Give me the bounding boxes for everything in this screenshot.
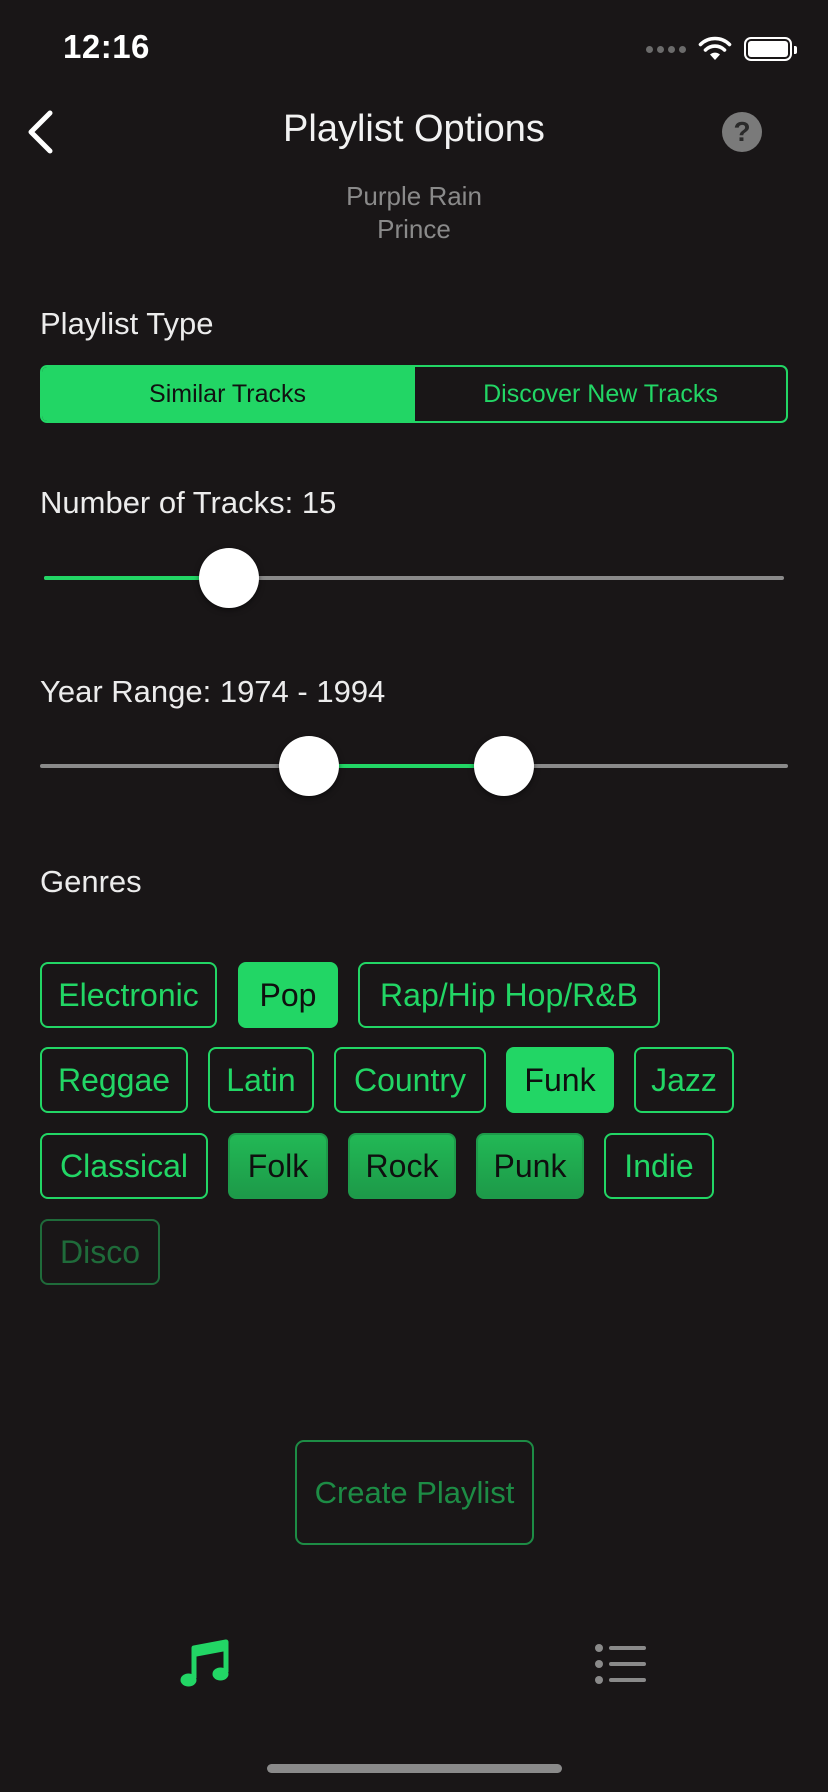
battery-icon [744, 37, 797, 61]
genre-chip-reggae[interactable]: Reggae [40, 1047, 188, 1113]
tracks-slider[interactable] [44, 548, 784, 608]
year-range-label: Year Range: 1974 - 1994 [40, 674, 386, 709]
genre-chip-indie[interactable]: Indie [604, 1133, 714, 1199]
status-time: 12:16 [63, 28, 150, 65]
genre-chip-pop[interactable]: Pop [238, 962, 338, 1028]
year-range-slider[interactable] [40, 736, 788, 796]
list-icon [595, 1644, 646, 1684]
home-indicator [267, 1764, 562, 1773]
genre-chip-latin[interactable]: Latin [208, 1047, 314, 1113]
genre-chip-rock[interactable]: Rock [348, 1133, 456, 1199]
help-button[interactable]: ? [722, 112, 762, 152]
segment-similar-tracks[interactable]: Similar Tracks [42, 367, 413, 421]
song-artist: Prince [377, 214, 451, 244]
genre-chip-disco[interactable]: Disco [40, 1219, 160, 1285]
tab-music[interactable] [145, 1624, 265, 1704]
playlist-type-label: Playlist Type [40, 306, 214, 341]
genres-label: Genres [40, 864, 142, 899]
create-playlist-button[interactable]: Create Playlist [295, 1440, 534, 1545]
song-title: Purple Rain [346, 181, 482, 211]
genre-chip-classical[interactable]: Classical [40, 1133, 208, 1199]
genre-chip-electronic[interactable]: Electronic [40, 962, 217, 1028]
year-range-end-thumb[interactable] [473, 736, 534, 796]
segment-discover-new-tracks[interactable]: Discover New Tracks [413, 367, 786, 421]
genre-chip-rap-hip-hop-rnb[interactable]: Rap/Hip Hop/R&B [358, 962, 660, 1028]
music-note-icon [180, 1639, 229, 1687]
song-info: Purple Rain Prince [0, 180, 828, 246]
genre-chip-jazz[interactable]: Jazz [634, 1047, 734, 1113]
tracks-count-label: Number of Tracks: 15 [40, 485, 337, 520]
genre-chip-punk[interactable]: Punk [476, 1133, 584, 1199]
genre-chip-funk[interactable]: Funk [506, 1047, 614, 1113]
tracks-slider-thumb[interactable] [199, 548, 259, 608]
playlist-type-segmented-control: Similar Tracks Discover New Tracks [40, 365, 788, 423]
page-title: Playlist Options [283, 108, 545, 150]
status-icons [646, 36, 797, 62]
genre-chip-country[interactable]: Country [334, 1047, 486, 1113]
wifi-icon [698, 36, 732, 60]
year-range-start-thumb[interactable] [279, 736, 340, 796]
cellular-signal-icon [646, 45, 686, 53]
genre-chip-folk[interactable]: Folk [228, 1133, 328, 1199]
tab-list[interactable] [561, 1624, 681, 1704]
